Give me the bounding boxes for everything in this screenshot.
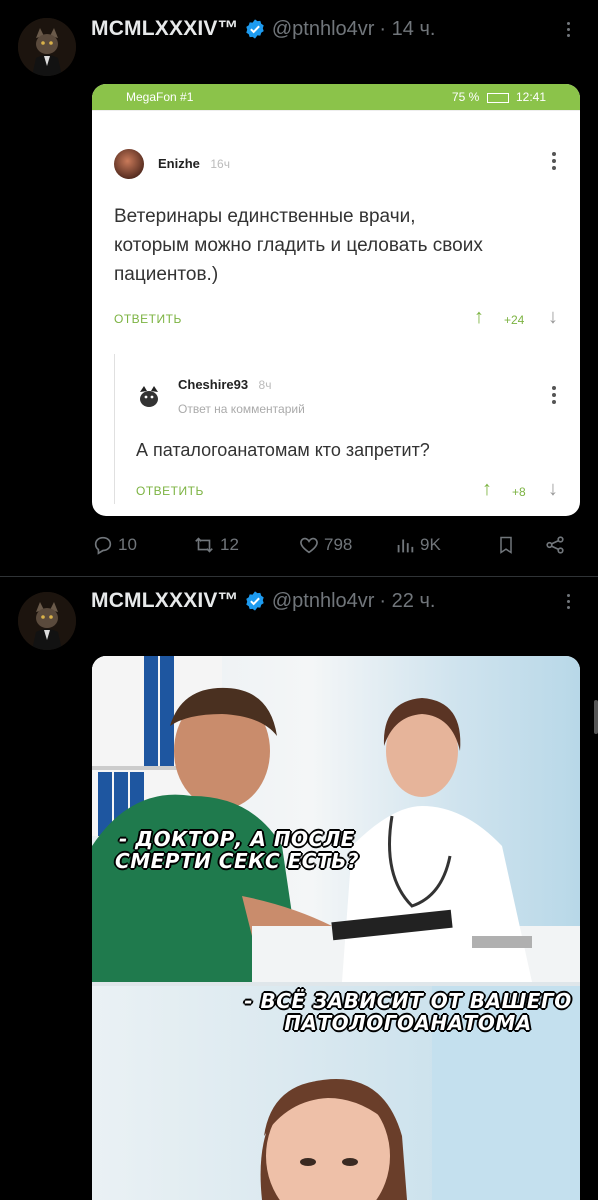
share-button[interactable] xyxy=(544,534,570,556)
comment-time: 8ч xyxy=(258,378,272,392)
repost-count: 12 xyxy=(220,535,239,554)
author-avatar[interactable] xyxy=(18,592,76,650)
like-button[interactable]: 798 xyxy=(298,534,352,556)
like-icon xyxy=(300,537,318,554)
author-handle[interactable]: @ptnhlo4vr xyxy=(272,18,375,41)
comment-score: +24 xyxy=(504,313,525,327)
cat-avatar-image xyxy=(18,592,76,650)
more-icon[interactable] xyxy=(567,594,570,609)
scrollbar[interactable] xyxy=(594,700,598,734)
tweet-1[interactable]: MCMLXXXIV™ @ptnhlo4vr · 14 ч. MegaFon #1… xyxy=(0,0,598,578)
upvote-icon[interactable]: ↑ xyxy=(482,478,492,501)
share-icon xyxy=(546,536,564,554)
tweet-header: MCMLXXXIV™ @ptnhlo4vr · 22 ч. xyxy=(91,586,435,616)
reply-button[interactable]: 10 xyxy=(92,534,137,556)
downvote-icon[interactable]: ↓ xyxy=(548,306,558,329)
verified-icon xyxy=(246,19,264,39)
verified-icon xyxy=(246,591,264,611)
comment-text: А паталогоанатомам кто запретит? xyxy=(136,440,430,460)
reply-icon xyxy=(94,536,112,555)
comment-more-icon[interactable] xyxy=(552,152,556,170)
author-name[interactable]: MCMLXXXIV™ xyxy=(91,17,239,41)
repost-icon xyxy=(195,537,213,553)
reply-link[interactable]: ОТВЕТИТЬ xyxy=(114,312,182,326)
comment-time: 16ч xyxy=(210,157,230,171)
upvote-icon[interactable]: ↑ xyxy=(474,306,484,329)
cat-face-icon xyxy=(135,383,163,411)
scene-illustration xyxy=(92,687,580,982)
meme-panel-doctor-patient: - ДОКТОР, А ПОСЛЕ СМЕРТИ СЕКС ЕСТЬ? xyxy=(92,656,580,982)
tweet-header: MCMLXXXIV™ @ptnhlo4vr · 14 ч. xyxy=(91,14,435,44)
tweet-time[interactable]: · 14 ч. xyxy=(379,18,435,41)
comment-text: Ветеринары единственные врачи, которым м… xyxy=(114,206,483,285)
comment-author[interactable]: Cheshire93 xyxy=(178,377,248,392)
battery-label: 75 % xyxy=(451,90,480,104)
enizhe-avatar[interactable] xyxy=(114,149,144,179)
meme-panel-doctor-closeup: - ВСЁ ЗАВИСИТ ОТ ВАШЕГО ПАТОЛОГОАНАТОМА xyxy=(92,986,580,1200)
comment-more-icon[interactable] xyxy=(552,386,556,404)
reply-to-label[interactable]: Ответ на комментарий xyxy=(178,402,305,416)
tweet-time[interactable]: · 22 ч. xyxy=(379,590,435,613)
more-icon[interactable] xyxy=(567,22,570,37)
views-icon xyxy=(397,539,414,553)
reply-link[interactable]: ОТВЕТИТЬ xyxy=(136,484,204,498)
carrier-label: MegaFon #1 xyxy=(126,90,194,104)
thread-line xyxy=(114,354,115,504)
cheshire-avatar[interactable] xyxy=(134,382,164,412)
cat-avatar-image xyxy=(18,18,76,76)
views-button[interactable]: 9K xyxy=(394,534,441,556)
views-count: 9K xyxy=(420,535,441,554)
bookmark-button[interactable] xyxy=(496,534,520,556)
embedded-screenshot[interactable]: MegaFon #1 75 % 12:41 Enizhe 16ч Ветерин… xyxy=(92,84,580,516)
battery-icon xyxy=(486,92,509,103)
meme-caption-2: - ВСЁ ЗАВИСИТ ОТ ВАШЕГО ПАТОЛОГОАНАТОМА xyxy=(244,989,572,1035)
author-avatar[interactable] xyxy=(18,18,76,76)
comment-author[interactable]: Enizhe xyxy=(158,156,200,171)
meme-image[interactable]: - ДОКТОР, А ПОСЛЕ СМЕРТИ СЕКС ЕСТЬ? - ВС… xyxy=(92,656,580,1200)
author-handle[interactable]: @ptnhlo4vr xyxy=(272,590,375,613)
clock-label: 12:41 xyxy=(515,90,546,104)
comment-score: +8 xyxy=(512,485,526,499)
tweet-divider xyxy=(0,576,598,577)
phone-status-bar: MegaFon #1 75 % 12:41 xyxy=(92,84,580,110)
repost-button[interactable]: 12 xyxy=(192,534,239,556)
bookmark-icon xyxy=(500,536,512,554)
downvote-icon[interactable]: ↓ xyxy=(548,478,558,501)
like-count: 798 xyxy=(324,535,353,554)
meme-caption-1: - ДОКТОР, А ПОСЛЕ СМЕРТИ СЕКС ЕСТЬ? xyxy=(115,827,359,873)
tweet-actions: 10 12 798 9K xyxy=(92,530,578,560)
author-name[interactable]: MCMLXXXIV™ xyxy=(91,589,239,613)
reply-count: 10 xyxy=(118,535,137,554)
